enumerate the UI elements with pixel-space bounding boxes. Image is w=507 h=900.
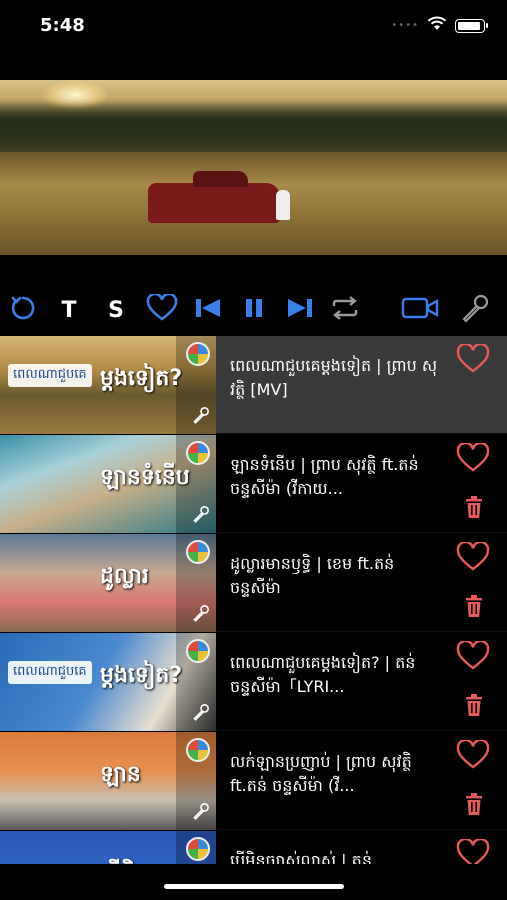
video-scene-truck: [148, 171, 280, 223]
channel-logo-icon: [186, 639, 210, 663]
thumbnail-title: ម្តងទៀត?: [100, 663, 183, 688]
previous-button[interactable]: [192, 290, 224, 330]
trash-icon[interactable]: [463, 496, 485, 524]
repeat-icon: [330, 296, 360, 324]
video-thumbnail[interactable]: ឡាន: [0, 732, 216, 830]
heart-icon[interactable]: [456, 342, 490, 378]
status-bar: 5:48 ••••: [0, 0, 507, 50]
video-scene-person: [276, 190, 290, 220]
status-icons: ••••: [391, 16, 488, 35]
playlist-item[interactable]: ឡាន លក់ឡានប្រញាប់ | ព្រាប សុវត្ថិ ft.តន់ …: [0, 732, 507, 830]
channel-logo-icon: [186, 837, 210, 861]
playlist-item[interactable]: បើមិន បើមិនច្បាស់លាស់ | តន់: [0, 831, 507, 864]
thumbnail-title: បើមិន: [100, 859, 149, 864]
next-button[interactable]: [284, 290, 316, 330]
heart-icon[interactable]: [456, 639, 490, 675]
video-thumbnail[interactable]: ឡានទំនើប: [0, 435, 216, 533]
video-player[interactable]: [0, 80, 507, 255]
thumbnail-title: ឡានទំនើប: [100, 465, 190, 490]
song-title[interactable]: ពេលណាជួបគេម្តងទៀត? | តន់ ចន្ទសីម៉ា「LYRI.…: [230, 651, 442, 699]
channel-logo-icon: [186, 342, 210, 366]
text-button[interactable]: T: [55, 290, 83, 330]
trash-icon[interactable]: [463, 595, 485, 623]
thumbnail-caption: ពេលណាជួបគេ: [8, 364, 92, 387]
channel-logo-icon: [186, 441, 210, 465]
favorite-button[interactable]: [144, 290, 180, 330]
video-camera-icon: [401, 296, 439, 324]
playlist-item[interactable]: ឡានទំនើប ឡានទំនើប | ព្រាប សុវត្ថិ ft.តន់ …: [0, 435, 507, 533]
signal-dots: ••••: [391, 20, 419, 31]
video-thumbnail[interactable]: ដូល្លារ: [0, 534, 216, 632]
heart-icon[interactable]: [456, 441, 490, 477]
refresh-icon: [10, 295, 36, 325]
skip-previous-icon: [194, 297, 222, 323]
refresh-button[interactable]: [6, 290, 40, 330]
microphone-icon[interactable]: [192, 406, 210, 428]
heart-icon: [146, 292, 178, 326]
trash-icon[interactable]: [463, 793, 485, 821]
video-scene-hills: [0, 102, 507, 152]
playlist-item[interactable]: ពេលណាជួបគេ ម្តងទៀត? ពេលណាជួបគេម្តងទៀត | ព្…: [0, 336, 507, 434]
karaoke-button[interactable]: [458, 290, 492, 330]
heart-icon[interactable]: [456, 540, 490, 576]
player-controls: T S: [0, 290, 507, 330]
video-thumbnail[interactable]: ពេលណាជួបគេ ម្តងទៀត?: [0, 336, 216, 434]
s-button[interactable]: S: [102, 290, 130, 330]
thumbnail-title: ម្តងទៀត?: [100, 366, 183, 391]
song-title[interactable]: ដូល្លារមានឫទ្ធិ | ខេម ft.តន់ ចន្ទសីម៉ា: [230, 552, 442, 600]
playlist: ពេលណាជួបគេ ម្តងទៀត? ពេលណាជួបគេម្តងទៀត | ព្…: [0, 336, 507, 864]
heart-icon[interactable]: [456, 837, 490, 864]
microphone-icon[interactable]: [192, 505, 210, 527]
video-mode-button[interactable]: [400, 290, 440, 330]
thumbnail-title: ឡាន: [100, 762, 141, 787]
thumbnail-caption: ពេលណាជួបគេ: [8, 661, 92, 684]
microphone-icon: [460, 293, 490, 327]
battery-icon: [455, 18, 488, 33]
song-title[interactable]: បើមិនច្បាស់លាស់ | តន់: [230, 849, 442, 864]
song-title[interactable]: ពេលណាជួបគេម្តងទៀត | ព្រាប សុវត្ថិ [MV]: [230, 354, 442, 402]
video-thumbnail[interactable]: ពេលណាជួបគេ ម្តងទៀត?: [0, 633, 216, 731]
heart-icon[interactable]: [456, 738, 490, 774]
playlist-item[interactable]: ពេលណាជួបគេ ម្តងទៀត? ពេលណាជួបគេម្តងទៀត? | ត…: [0, 633, 507, 731]
thumbnail-title: ដូល្លារ: [100, 564, 149, 589]
video-thumbnail[interactable]: បើមិន: [0, 831, 216, 864]
song-title[interactable]: ឡានទំនើប | ព្រាប សុវត្ថិ ft.តន់ ចន្ទសីម៉…: [230, 453, 442, 501]
repeat-button[interactable]: [328, 290, 362, 330]
skip-next-icon: [286, 297, 314, 323]
microphone-icon[interactable]: [192, 703, 210, 725]
wifi-icon: [427, 16, 447, 35]
channel-logo-icon: [186, 540, 210, 564]
home-indicator[interactable]: [164, 884, 344, 889]
microphone-icon[interactable]: [192, 604, 210, 626]
status-time: 5:48: [40, 15, 85, 36]
channel-logo-icon: [186, 738, 210, 762]
playlist-item[interactable]: ដូល្លារ ដូល្លារមានឫទ្ធិ | ខេម ft.តន់ ចន្ទ…: [0, 534, 507, 632]
pause-icon: [243, 297, 265, 323]
song-title[interactable]: លក់ឡានប្រញាប់ | ព្រាប សុវត្ថិ ft.តន់ ចន្…: [230, 750, 442, 798]
microphone-icon[interactable]: [192, 802, 210, 824]
trash-icon[interactable]: [463, 694, 485, 722]
pause-button[interactable]: [238, 290, 270, 330]
